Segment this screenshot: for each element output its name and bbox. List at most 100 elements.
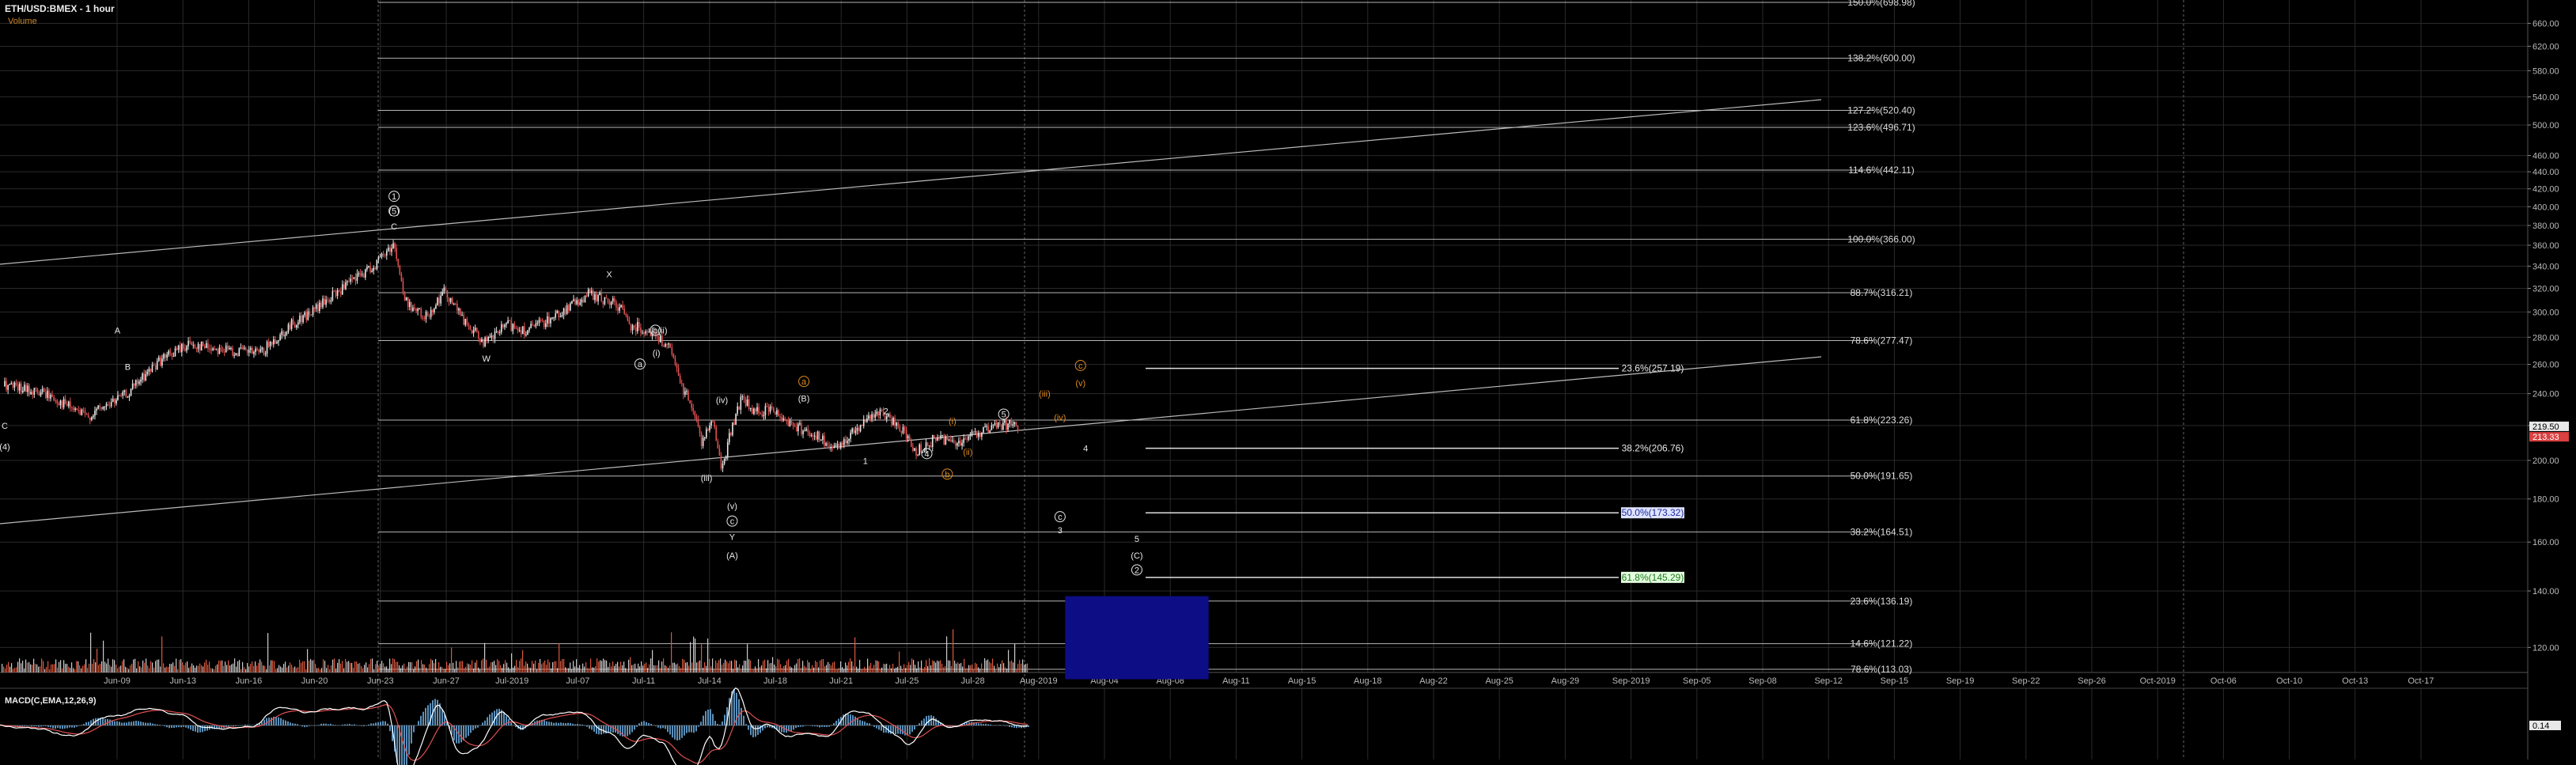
price-candle — [760, 413, 761, 415]
macd-histogram-bar — [546, 721, 547, 725]
volume-bar — [410, 661, 411, 672]
volume-bar — [973, 668, 975, 672]
price-candle — [9, 384, 11, 385]
fib-level-label: 88.7%(316.21) — [1851, 287, 1913, 298]
volume-bar — [215, 665, 217, 672]
price-candle — [858, 428, 860, 432]
wave-label: (4) — [0, 442, 10, 452]
volume-bar — [3, 666, 5, 672]
volume-bar — [992, 658, 994, 672]
price-candle — [873, 414, 874, 418]
price-candle — [645, 331, 646, 334]
price-candle — [881, 409, 883, 411]
macd-histogram-bar — [717, 723, 718, 725]
price-candle — [547, 316, 548, 324]
x-tick-label: Oct-2019 — [2140, 676, 2176, 686]
price-candle — [133, 383, 135, 386]
volume-bar — [234, 658, 236, 672]
price-candle — [908, 436, 911, 441]
macd-histogram-bar — [897, 725, 899, 734]
macd-histogram-bar — [275, 716, 277, 725]
volume-bar — [312, 660, 313, 672]
price-candle — [4, 381, 6, 387]
price-chart[interactable]: 120.00140.00160.00180.00200.00220.00240.… — [0, 0, 2576, 765]
price-candle — [816, 431, 819, 440]
price-candle — [425, 312, 427, 320]
volume-bar — [93, 659, 95, 672]
volume-bar — [84, 664, 85, 672]
volume-bar — [774, 665, 775, 672]
macd-histogram-bar — [821, 725, 823, 727]
volume-bar — [503, 664, 505, 672]
macd-histogram-bar — [660, 725, 661, 729]
price-candle — [316, 304, 319, 312]
price-candle — [143, 373, 145, 381]
price-candle — [210, 348, 212, 350]
macd-histogram-bar — [707, 709, 709, 725]
wave-label: Y — [729, 532, 736, 542]
price-candle — [217, 349, 219, 354]
volume-bar — [633, 665, 635, 672]
price-candle — [602, 301, 604, 305]
price-candle — [253, 351, 255, 354]
macd-histogram-bar — [323, 723, 324, 725]
volume-bar — [177, 668, 179, 672]
price-candle — [517, 328, 519, 331]
volume-bar — [995, 668, 997, 672]
macd-histogram-bar — [902, 725, 903, 735]
wave-label: a — [801, 377, 807, 387]
price-candle — [166, 354, 168, 358]
macd-histogram-bar — [876, 725, 877, 729]
volume-bar — [590, 658, 592, 672]
price-candle — [1000, 424, 1002, 430]
price-candle — [972, 431, 975, 433]
price-candle — [194, 344, 196, 348]
macd-histogram-bar — [330, 723, 331, 725]
price-candle — [541, 320, 544, 322]
price-candle — [324, 298, 325, 305]
volume-bar — [574, 666, 576, 672]
price-candle — [71, 407, 73, 408]
macd-histogram-bar — [854, 716, 856, 725]
x-tick-label: Oct-10 — [2276, 676, 2302, 686]
volume-bar — [152, 662, 153, 672]
volume-bar — [929, 658, 930, 672]
volume-bar — [688, 665, 690, 672]
price-candle — [78, 410, 80, 411]
volume-bar — [294, 666, 296, 672]
volume-bar — [440, 666, 441, 672]
volume-bar — [622, 665, 623, 672]
volume-bar — [49, 668, 51, 672]
price-candle — [371, 271, 373, 273]
macd-histogram-bar — [648, 723, 650, 725]
volume-bar — [150, 661, 152, 672]
volume-bar — [71, 662, 73, 672]
macd-histogram-bar — [629, 725, 631, 735]
volume-bar — [310, 659, 312, 672]
price-candle — [570, 303, 571, 311]
volume-bar — [168, 666, 169, 672]
price-candle — [320, 302, 322, 308]
price-candle — [59, 400, 62, 406]
price-candle — [720, 455, 722, 469]
volume-bar — [775, 666, 777, 672]
x-tick-label: Jun-16 — [236, 676, 263, 686]
price-candle — [805, 429, 808, 431]
volume-bar — [910, 665, 911, 672]
macd-histogram-bar — [1004, 725, 1006, 726]
price-candle — [1015, 422, 1017, 426]
volume-bar — [201, 665, 203, 672]
volume-bar — [55, 659, 57, 672]
price-candle — [278, 340, 279, 343]
volume-bar — [354, 661, 356, 672]
macd-histogram-bar — [850, 714, 851, 725]
price-candle — [671, 347, 673, 354]
price-candle — [369, 265, 371, 273]
volume-bar — [698, 661, 699, 672]
price-candle — [157, 357, 160, 362]
volume-bar — [668, 668, 669, 672]
macd-histogram-bar — [406, 725, 407, 765]
price-candle — [521, 326, 524, 335]
macd-histogram-bar — [59, 725, 61, 729]
wave-label: (i) — [653, 349, 661, 358]
